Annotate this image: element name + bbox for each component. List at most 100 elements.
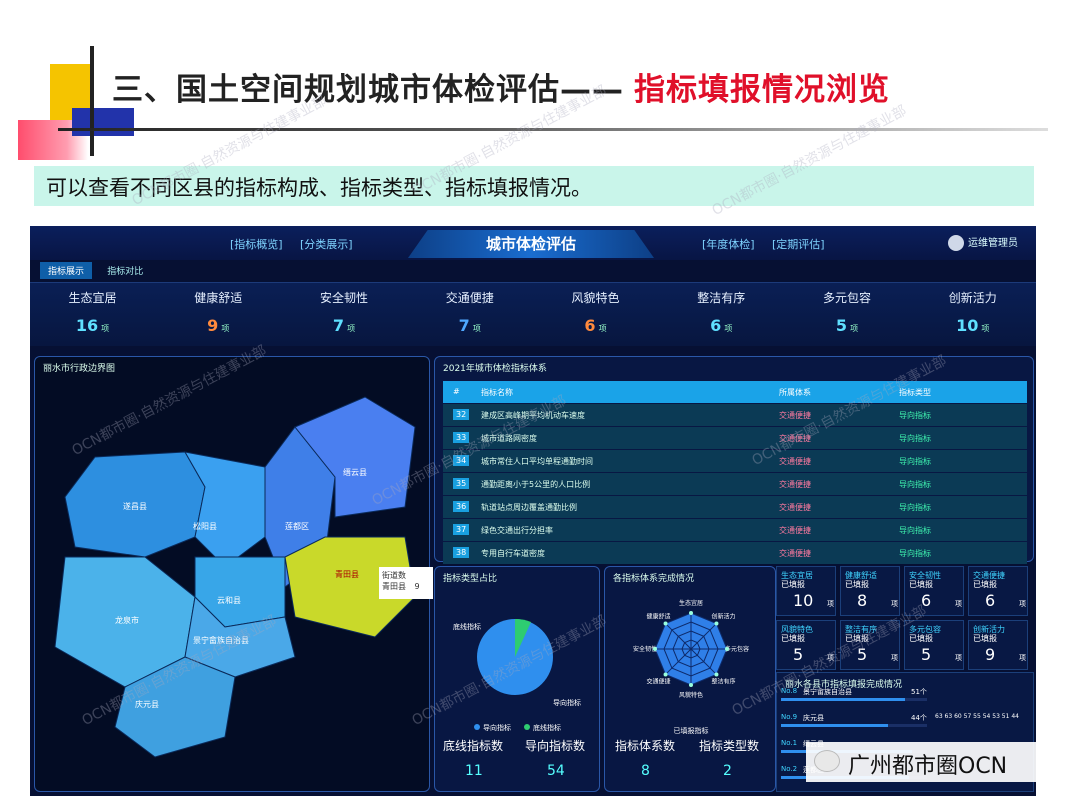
- map-label-jinyun: 缙云县: [343, 467, 367, 477]
- stat-value-row: 7项: [282, 316, 407, 335]
- stat-value: 6: [584, 316, 596, 335]
- table-row[interactable]: 34 城市常住人口平均单程通勤时间 交通便捷 导向指标: [443, 450, 1027, 472]
- card-value: 5: [921, 645, 932, 664]
- table-row[interactable]: 37 绿色交通出行分担率 交通便捷 导向指标: [443, 519, 1027, 541]
- rank-name: 庆元县: [803, 714, 824, 722]
- radar-point[interactable]: [714, 672, 719, 677]
- dashboard-topbar: [指标概览] [分类展示] 城市体检评估 [年度体检] [定期评估] 运维管理员: [30, 226, 1036, 260]
- row-index: 32: [453, 409, 470, 420]
- row-type: 导向指标: [899, 457, 931, 466]
- radar-bottom-label-2: 指标类型数: [699, 739, 760, 753]
- completion-card[interactable]: 安全韧性 已填报 6 项: [904, 566, 964, 616]
- tooltip-region-row: 青田县 9: [382, 581, 430, 592]
- completion-card[interactable]: 整洁有序 已填报 5 项: [840, 620, 900, 670]
- rank-value: 44个: [911, 714, 927, 722]
- row-index: 38: [453, 547, 470, 558]
- center-title-banner: 城市体检评估: [408, 230, 654, 258]
- card-unit: 项: [1019, 600, 1026, 608]
- completion-card[interactable]: 生态宜居 已填报 10 项: [776, 566, 836, 616]
- radar-chart: 生态宜居创新活力多元包容整洁有序风貌特色交通便捷安全韧性健康舒适已填报指标: [633, 599, 749, 735]
- legend-baseline: 底线指标: [533, 723, 561, 732]
- card-unit: 项: [891, 654, 898, 662]
- map-label-qingtian: 青田县: [335, 569, 359, 579]
- user-menu[interactable]: 运维管理员: [948, 234, 1018, 251]
- card-status: 已填报: [845, 580, 869, 589]
- radar-point[interactable]: [714, 621, 719, 626]
- deco-vertical-line: [90, 46, 94, 156]
- card-value: 5: [857, 645, 868, 664]
- stat-value-row: 6项: [533, 316, 658, 335]
- table-row[interactable]: 36 轨道站点周边覆盖通勤比例 交通便捷 导向指标: [443, 496, 1027, 518]
- card-status: 已填报: [973, 580, 997, 589]
- stat-unit: 项: [347, 324, 356, 333]
- slide: 三、国土空间规划城市体检评估—— 指标填报情况浏览 可以查看不同区县的指标构成、指…: [0, 0, 1080, 809]
- stat-label: 整洁有序: [697, 291, 746, 305]
- nav-periodic-eval[interactable]: [定期评估]: [772, 236, 825, 252]
- table-title: 2021年城市体检指标体系: [443, 364, 547, 374]
- brand-logo: 广州都市圈OCN: [806, 742, 1046, 782]
- tooltip-region: 青田县: [382, 582, 406, 591]
- radar-point[interactable]: [663, 621, 668, 626]
- tab-indicator-compare[interactable]: 指标对比: [99, 262, 151, 279]
- row-type: 导向指标: [899, 434, 931, 443]
- stat-unit: 项: [724, 324, 733, 333]
- radar-axis-label: 创新活力: [712, 612, 736, 620]
- row-type: 导向指标: [899, 549, 931, 558]
- stat-6: 多元包容 5 项: [785, 283, 910, 347]
- deco-horizontal-line: [58, 128, 1048, 131]
- stat-value: 6: [710, 316, 722, 335]
- nav-annual-check[interactable]: [年度体检]: [702, 236, 755, 252]
- table-row[interactable]: 33 城市道路网密度 交通便捷 导向指标: [443, 427, 1027, 449]
- th-type: 指标类型: [899, 388, 931, 397]
- stat-label: 创新活力: [948, 291, 997, 305]
- pie-bottom-value-2: 54: [547, 763, 565, 779]
- radar-point[interactable]: [663, 672, 668, 677]
- table-row[interactable]: 32 建成区高峰期平均机动车速度 交通便捷 导向指标: [443, 404, 1027, 426]
- radar-point[interactable]: [725, 647, 729, 651]
- row-name: 专用自行车道密度: [481, 549, 545, 558]
- stat-unit: 项: [850, 324, 859, 333]
- radar-point[interactable]: [653, 647, 657, 651]
- stat-value: 9: [207, 316, 219, 335]
- card-status: 已填报: [973, 634, 997, 643]
- map-label-songyang: 松阳县: [193, 521, 217, 531]
- map-label-suichang: 遂昌县: [123, 501, 147, 511]
- radar-point[interactable]: [689, 611, 693, 615]
- row-system: 交通便捷: [779, 434, 811, 443]
- stat-value-row: 16 项: [30, 316, 155, 335]
- table-row[interactable]: 38 专用自行车道密度 交通便捷 导向指标: [443, 542, 1027, 564]
- stat-unit: 项: [472, 324, 481, 333]
- row-index: 33: [453, 432, 470, 443]
- completion-card[interactable]: 创新活力 已填报 9 项: [968, 620, 1028, 670]
- completion-card[interactable]: 交通便捷 已填报 6 项: [968, 566, 1028, 616]
- row-index-badge: 37: [453, 524, 470, 535]
- row-system: 交通便捷: [779, 503, 811, 512]
- card-unit: 项: [1019, 654, 1026, 662]
- subtabs: 指标展示 指标对比: [40, 262, 155, 280]
- rank-bar-track: [781, 724, 927, 727]
- radar-axis-label: 交通便捷: [646, 678, 670, 686]
- card-value: 9: [985, 645, 996, 664]
- table-header-row: # 指标名称 所属体系 指标类型: [443, 381, 1027, 403]
- row-name: 建成区高峰期平均机动车速度: [481, 411, 585, 420]
- tab-indicator-display[interactable]: 指标展示: [40, 262, 93, 279]
- radar-axis-label: 风貌特色: [679, 691, 703, 699]
- th-index: #: [453, 387, 460, 396]
- row-name: 城市常住人口平均单程通勤时间: [481, 457, 593, 466]
- nav-indicator-overview[interactable]: [指标概览]: [230, 236, 283, 252]
- card-unit: 项: [827, 654, 834, 662]
- nav-category-display[interactable]: [分类展示]: [300, 236, 353, 252]
- subtitle-bar: 可以查看不同区县的指标构成、指标类型、指标填报情况。: [34, 166, 1034, 206]
- row-index-badge: 38: [453, 547, 470, 558]
- row-index-badge: 32: [453, 409, 470, 420]
- table-row[interactable]: 35 通勤距离小于5公里的人口比例 交通便捷 导向指标: [443, 473, 1027, 495]
- completion-card[interactable]: 风貌特色 已填报 5 项: [776, 620, 836, 670]
- radar-point[interactable]: [689, 683, 693, 687]
- stat-1: 健康舒适 9 项: [156, 283, 281, 347]
- completion-card[interactable]: 健康舒适 已填报 8 项: [840, 566, 900, 616]
- row-index: 35: [453, 478, 470, 489]
- completion-card[interactable]: 多元包容 已填报 5 项: [904, 620, 964, 670]
- stat-value: 16: [75, 316, 99, 335]
- stats-strip: 生态宜居 16 项健康舒适 9 项安全韧性 7 项交通便捷 7 项风貌特色 6 项整洁有序 6 项多元包…: [30, 282, 1036, 346]
- stat-value: 7: [332, 316, 345, 335]
